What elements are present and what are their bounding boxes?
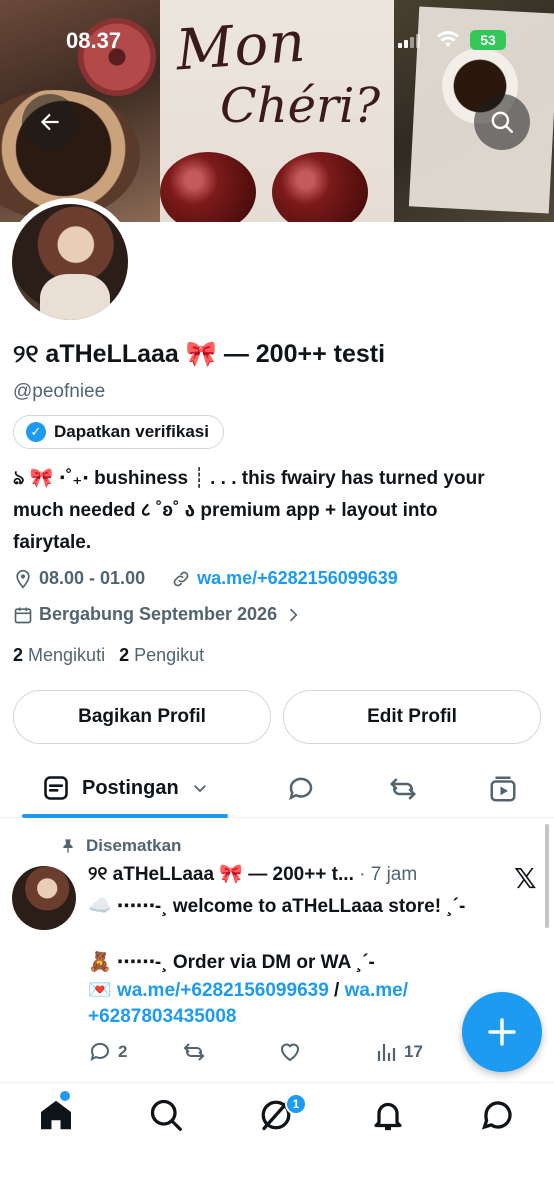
calendar-icon	[14, 607, 32, 623]
x-logo-icon: 𝕏	[514, 863, 537, 894]
notifications-icon[interactable]	[370, 1097, 406, 1133]
tab-posts-label: Postingan	[82, 776, 179, 799]
bio-line: much needed ८ ˚ʚ˚ ა premium app + layout…	[13, 500, 438, 521]
profile-tabs: Postingan	[0, 760, 554, 818]
profile-handle: @peofniee	[13, 381, 106, 402]
pin-icon	[63, 839, 73, 853]
chevron-down-icon	[193, 785, 206, 793]
bio-line: ঌ 🎀 ⋅˚₊‧ bushiness ┊ . . . this fwairy h…	[13, 468, 485, 489]
signal-icon	[398, 34, 420, 48]
tab-posts[interactable]: Postingan	[42, 774, 209, 802]
banner-cherry-left	[160, 152, 256, 222]
post-author-name[interactable]: ୨୧ aTHeLLaaa 🎀 — 200++ t...	[88, 864, 354, 885]
followers-label: Pengikut	[134, 645, 205, 665]
explore-icon[interactable]	[148, 1097, 184, 1133]
get-verified-label: Dapatkan verifikasi	[54, 422, 209, 441]
profile-website-link[interactable]: wa.me/+6282156099639	[197, 568, 398, 589]
reposts-icon[interactable]	[388, 774, 418, 804]
post-header: ୨୧ aTHeLLaaa 🎀 — 200++ t... · 7 jam	[88, 862, 508, 886]
home-unread-dot	[60, 1091, 70, 1101]
share-profile-button[interactable]: Bagikan Profil	[13, 690, 271, 744]
following-link[interactable]: 2 Mengikuti	[13, 645, 105, 666]
battery-indicator: 53	[470, 30, 506, 50]
pinned-label: Disematkan	[86, 836, 182, 855]
profile-name: ୨୧ aTHeLLaaa 🎀 — 200++ testi	[13, 340, 386, 368]
profile-bio: ঌ 🎀 ⋅˚₊‧ bushiness ┊ . . . this fwairy h…	[13, 463, 543, 559]
following-count: 2	[13, 645, 24, 665]
scrollbar-thumb[interactable]	[545, 824, 549, 928]
status-bar: 08.37 53	[0, 28, 554, 58]
followers-count: 2	[119, 645, 130, 665]
media-icon[interactable]	[488, 774, 518, 804]
post-link[interactable]: wa.me/+6282156099639	[117, 980, 329, 1001]
following-label: Mengikuti	[28, 645, 106, 665]
post-author-avatar[interactable]	[12, 866, 76, 930]
avatar-figure	[40, 274, 110, 320]
reply-count: 2	[118, 1042, 128, 1061]
back-arrow-icon	[40, 113, 59, 131]
profile-meta-row: 08.00 - 01.00 wa.me/+6282156099639	[13, 568, 398, 589]
like-button[interactable]	[278, 1040, 302, 1064]
home-icon[interactable]	[38, 1097, 74, 1133]
edit-profile-button[interactable]: Edit Profil	[283, 690, 541, 744]
views-button[interactable]: 17	[374, 1040, 423, 1064]
location-icon	[16, 569, 30, 589]
like-icon	[280, 1043, 300, 1062]
posts-icon	[44, 776, 68, 800]
follow-stats: 2 Mengikuti 2 Pengikut	[13, 645, 204, 666]
plus-icon	[488, 1018, 516, 1046]
tab-active-indicator	[22, 814, 228, 818]
bio-line: fairytale.	[13, 532, 92, 553]
profile-joined-row[interactable]: Bergabung September 2026	[13, 604, 303, 625]
messages-icon[interactable]	[480, 1097, 516, 1133]
reply-icon	[90, 1042, 109, 1061]
followers-link[interactable]: 2 Pengikut	[119, 645, 204, 666]
status-time: 08.37	[66, 28, 122, 53]
profile-hours: 08.00 - 01.00	[39, 568, 146, 588]
get-verified-button[interactable]: ✓ Dapatkan verifikasi	[13, 415, 224, 449]
profile-avatar[interactable]	[12, 204, 128, 320]
link-icon	[173, 571, 189, 586]
verified-badge-icon: ✓	[26, 422, 46, 442]
compose-post-button[interactable]	[462, 992, 542, 1072]
search-icon	[491, 111, 513, 133]
chevron-right-icon	[289, 608, 298, 621]
back-button[interactable]	[22, 94, 78, 150]
repost-button[interactable]	[182, 1040, 206, 1064]
views-count: 17	[404, 1042, 423, 1061]
post-link-separator: /	[328, 980, 345, 1001]
profile-joined-date: Bergabung September 2026	[39, 604, 278, 624]
post-mail-emoji: 💌	[88, 980, 117, 1001]
replies-icon[interactable]	[286, 774, 316, 804]
banner-cherry-right	[272, 152, 368, 222]
pinned-indicator: Disematkan	[60, 836, 181, 856]
banner-cheri-lettering: Chéri?	[220, 78, 381, 134]
post-text-line: 💌 wa.me/+6282156099639 / wa.me/	[88, 978, 408, 1002]
reply-button[interactable]: 2	[88, 1040, 127, 1064]
post-time: · 7 jam	[353, 864, 418, 885]
repost-icon	[183, 1043, 205, 1061]
notification-badge: 1	[285, 1093, 307, 1115]
post-text-line: ☁️ ⋯⋯-¸ welcome to aTHeLLaaa store! ¸´-	[88, 896, 466, 917]
post-link[interactable]: +6287803435008	[88, 1006, 236, 1028]
wifi-icon	[437, 31, 459, 47]
search-button[interactable]	[474, 94, 530, 150]
post-text-line: 🧸 ⋯⋯-¸ Order via DM or WA ¸´-	[88, 952, 375, 973]
views-icon	[377, 1044, 396, 1061]
post-link[interactable]: wa.me/	[345, 980, 408, 1001]
bottom-navigation: 1	[0, 1082, 554, 1200]
